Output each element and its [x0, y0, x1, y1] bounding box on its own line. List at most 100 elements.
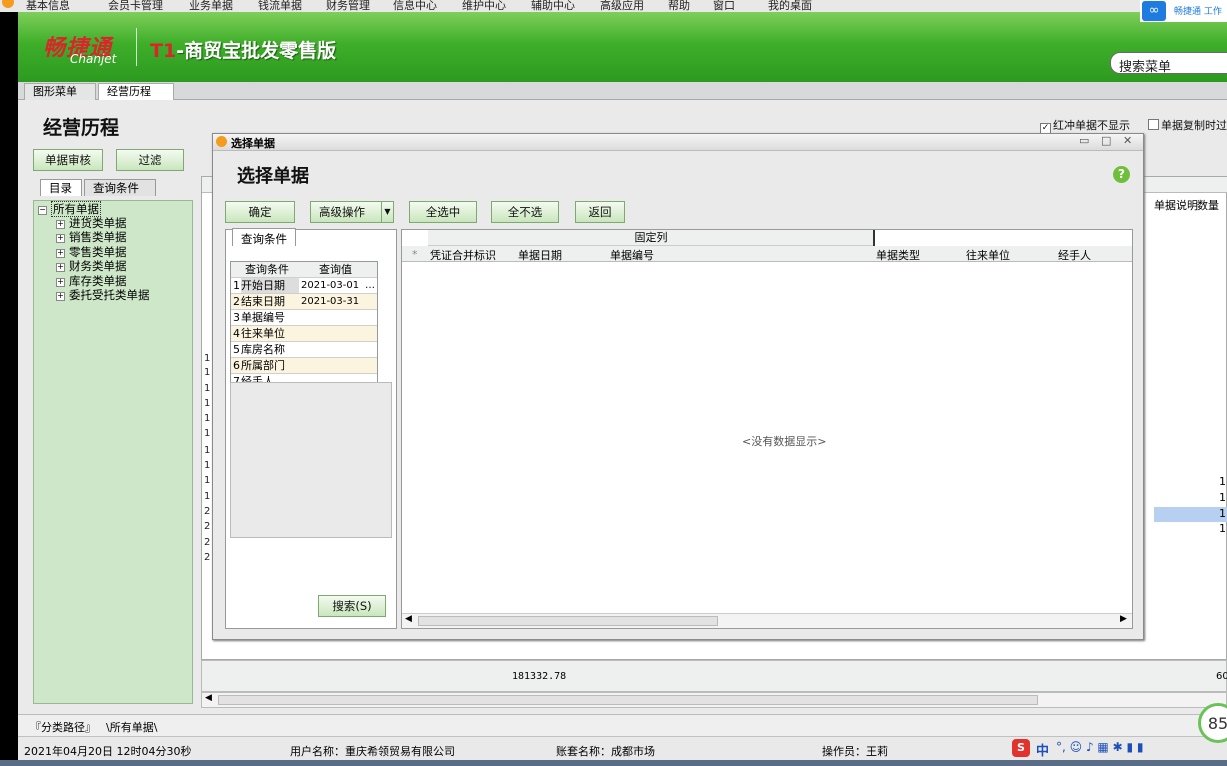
scroll-left-icon[interactable]: ◀: [205, 693, 212, 703]
menu-my-desktop[interactable]: 我的桌面: [768, 0, 812, 12]
query-blank-area: [230, 382, 392, 538]
tab-catalog[interactable]: 目录: [40, 179, 82, 196]
menu-basic-info[interactable]: 基本信息: [26, 0, 70, 12]
query-row-department[interactable]: 6 所属部门: [231, 358, 377, 374]
ime-tools-icon[interactable]: °, ☺ ♪ ▦ ✱ ▮ ▮: [1056, 740, 1143, 754]
cloud-service[interactable]: ∞ 畅捷通 工作: [1140, 0, 1227, 22]
row-number: 1: [204, 383, 211, 394]
expand-icon[interactable]: +: [56, 220, 65, 229]
expand-icon[interactable]: +: [56, 278, 65, 287]
menu-help[interactable]: 帮助: [668, 0, 690, 12]
tree-item-inventory[interactable]: + 库存类单据: [56, 274, 127, 288]
query-row-partner[interactable]: 4 往来单位: [231, 326, 377, 342]
tree-item-consign[interactable]: + 委托受托类单据: [56, 288, 150, 302]
query-col-name: 查询条件: [245, 263, 289, 276]
cloud-icon: ∞: [1142, 1, 1166, 21]
row-number: 1: [204, 353, 211, 364]
product-name: T1-商贸宝批发零售版: [150, 36, 336, 63]
cond-value[interactable]: 2021-03-01: [301, 278, 359, 293]
perf-badge: 85: [1198, 703, 1227, 743]
menu-search-input[interactable]: 搜索菜单: [1110, 52, 1227, 75]
search-button[interactable]: 搜索(S): [318, 595, 386, 617]
tree-root[interactable]: − 所有单据: [38, 201, 101, 217]
col-voucher-merge[interactable]: 凭证合并标识: [430, 247, 496, 263]
cond-value[interactable]: 2021-03-31: [301, 294, 359, 309]
col-handler[interactable]: 经手人: [1058, 247, 1091, 263]
expand-icon[interactable]: +: [56, 263, 65, 272]
col-doc-type[interactable]: 单据类型: [876, 247, 920, 263]
cond-name: 往来单位: [241, 327, 285, 340]
tree-item-purchase[interactable]: + 进货类单据: [56, 216, 127, 230]
collapse-icon[interactable]: −: [38, 206, 47, 215]
menu-advanced[interactable]: 高级应用: [600, 0, 644, 12]
fixed-columns-group: 固定列: [428, 230, 874, 246]
expand-icon[interactable]: +: [56, 249, 65, 258]
grid-selected-row[interactable]: [1154, 507, 1227, 522]
col-partner[interactable]: 往来单位: [966, 247, 1010, 263]
query-row-end-date[interactable]: 2 结束日期 2021-03-31: [231, 294, 377, 310]
query-row-doc-no[interactable]: 3 单据编号: [231, 310, 377, 326]
scroll-right-icon[interactable]: ▶: [1120, 614, 1127, 624]
tree-item-label: 零售类单据: [69, 245, 127, 259]
expand-icon[interactable]: +: [56, 292, 65, 301]
app-orb-icon[interactable]: [2, 0, 14, 8]
minimize-icon[interactable]: ▭: [1079, 134, 1089, 147]
scroll-left-icon[interactable]: ◀: [405, 614, 412, 624]
col-doc-no[interactable]: 单据编号: [610, 247, 654, 263]
ok-button[interactable]: 确定: [225, 201, 295, 223]
query-row-warehouse[interactable]: 5 库房名称: [231, 342, 377, 358]
expand-icon[interactable]: +: [56, 234, 65, 243]
query-header-row: 查询条件 查询值: [231, 262, 377, 278]
menu-member-card[interactable]: 会员卡管理: [108, 0, 163, 12]
ime-toolbar[interactable]: S 中 °, ☺ ♪ ▦ ✱ ▮ ▮: [1012, 739, 1192, 759]
product-prefix: T1: [150, 40, 177, 62]
perf-value: 85: [1207, 714, 1227, 733]
query-tab[interactable]: 查询条件: [232, 228, 296, 246]
audit-button[interactable]: 单据审核: [33, 149, 103, 171]
help-icon[interactable]: ?: [1113, 166, 1130, 183]
dialog-heading: 选择单据: [237, 166, 309, 187]
menu-maintenance[interactable]: 维护中心: [462, 0, 506, 12]
red-hide-checkbox[interactable]: ✓ 红冲单据不显示: [1040, 117, 1130, 134]
tree-item-finance[interactable]: + 财务类单据: [56, 259, 127, 273]
ellipsis-icon[interactable]: …: [365, 278, 375, 293]
cond-name: 所属部门: [241, 359, 285, 372]
result-hscrollbar[interactable]: ◀ ▶: [402, 613, 1132, 628]
row-no: 4: [233, 327, 240, 340]
dropdown-arrow-icon[interactable]: ▼: [381, 202, 393, 222]
back-button[interactable]: 返回: [575, 201, 625, 223]
menu-window[interactable]: 窗口: [713, 0, 735, 12]
menu-aux-center[interactable]: 辅助中心: [531, 0, 575, 12]
scroll-thumb[interactable]: [418, 616, 718, 626]
tree-item-sales[interactable]: + 销售类单据: [56, 230, 127, 244]
tree-item-label: 库存类单据: [69, 274, 127, 288]
select-none-button[interactable]: 全不选: [491, 201, 559, 223]
row-number: 1: [204, 460, 211, 471]
grid-hscrollbar[interactable]: ◀: [201, 692, 1227, 708]
menu-cash-docs[interactable]: 钱流单据: [258, 0, 302, 12]
menu-bar: 基本信息 会员卡管理 业务单据 钱流单据 财务管理 信息中心 维护中心 辅助中心…: [0, 0, 1227, 12]
tab-query-conditions[interactable]: 查询条件: [84, 179, 156, 196]
copy-filter-checkbox[interactable]: 单据复制时过: [1148, 117, 1227, 133]
ime-mode[interactable]: 中: [1036, 740, 1049, 759]
tree-item-retail[interactable]: + 零售类单据: [56, 245, 127, 259]
menu-finance[interactable]: 财务管理: [326, 0, 370, 12]
filter-button[interactable]: 过滤: [116, 149, 184, 171]
dialog-titlebar[interactable]: 选择单据 ▭ □ ✕: [213, 134, 1143, 151]
menu-business-docs[interactable]: 业务单据: [189, 0, 233, 12]
scroll-thumb[interactable]: [218, 695, 1038, 705]
tab-business-history[interactable]: 经营历程: [98, 83, 174, 100]
tab-graphic-menu[interactable]: 图形菜单: [24, 83, 96, 100]
sogou-icon[interactable]: S: [1012, 739, 1030, 757]
maximize-icon[interactable]: □: [1101, 134, 1111, 147]
select-all-button[interactable]: 全选中: [409, 201, 477, 223]
col-doc-date[interactable]: 单据日期: [518, 247, 562, 263]
col-qty[interactable]: 数量: [1197, 197, 1219, 213]
menu-info-center[interactable]: 信息中心: [393, 0, 437, 12]
query-row-start-date[interactable]: 1 开始日期 2021-03-01 …: [231, 278, 377, 294]
col-doc-note[interactable]: 单据说明: [1154, 197, 1198, 213]
close-icon[interactable]: ✕: [1123, 134, 1132, 147]
qty-cell: 1: [1219, 522, 1226, 535]
advanced-button[interactable]: 高级操作 ▼: [310, 201, 394, 223]
window-tabs: 图形菜单 经营历程: [18, 82, 1227, 100]
